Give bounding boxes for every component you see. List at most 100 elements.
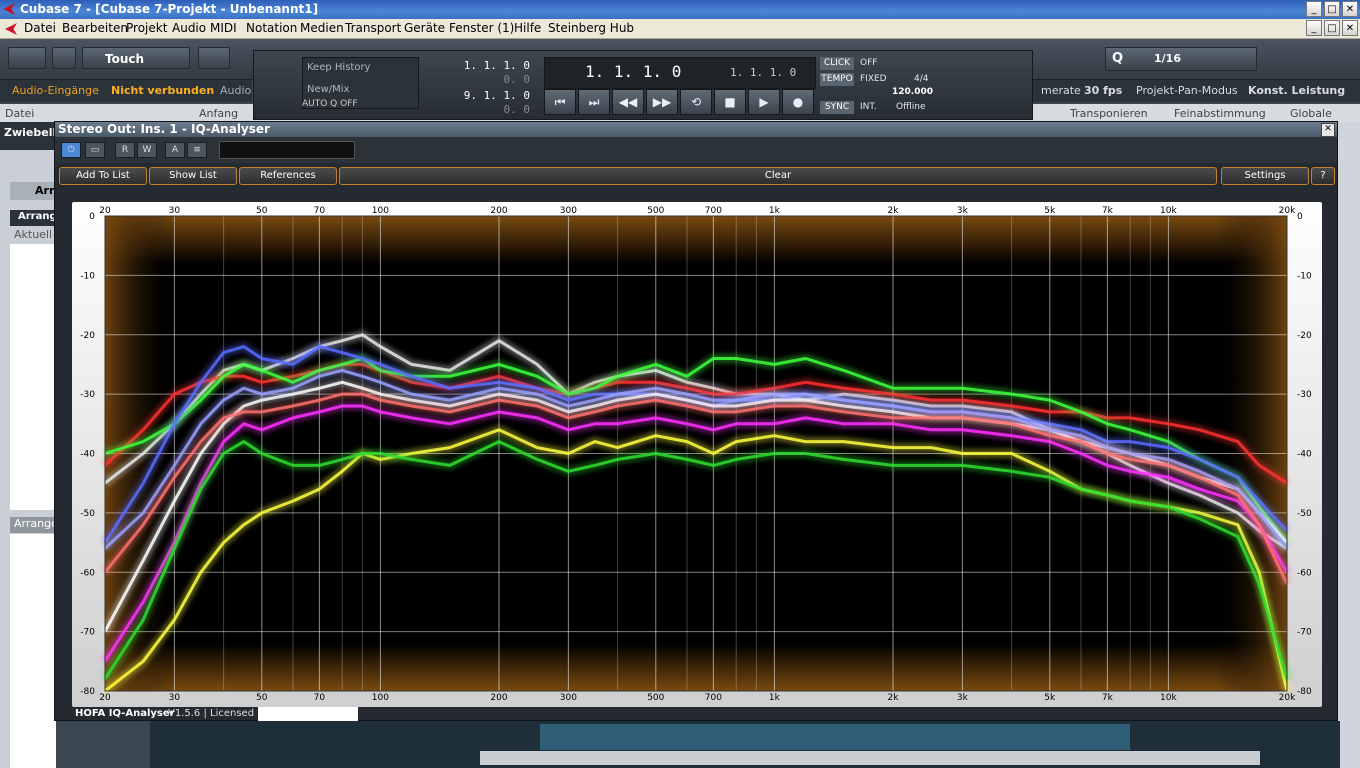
- sync-button[interactable]: SYNC: [820, 101, 854, 114]
- x-tick-label-bottom: 1k: [769, 693, 781, 703]
- click-button[interactable]: CLICK: [820, 57, 854, 70]
- arranger-tab[interactable]: Arr: [10, 182, 56, 200]
- menu-geraete[interactable]: Geräte: [404, 21, 445, 35]
- x-tick-label-top: 200: [490, 206, 507, 216]
- y-tick-label-left: -50: [80, 509, 95, 519]
- right-scroll-strip[interactable]: [1338, 122, 1360, 768]
- forward-button[interactable]: ▶▶: [646, 89, 678, 115]
- menu-projekt[interactable]: Projekt: [126, 21, 167, 35]
- keep-history-button[interactable]: Keep History: [307, 62, 370, 73]
- click-value: OFF: [860, 58, 878, 68]
- x-tick-label-bottom: 30: [169, 693, 181, 703]
- performance-mode[interactable]: Konst. Leistung: [1248, 84, 1345, 97]
- bypass-icon[interactable]: ▭: [85, 142, 105, 158]
- info-anfang: Anfang: [199, 107, 239, 120]
- audio-inputs-label: Audio-Eingänge: [12, 84, 99, 97]
- play-button[interactable]: ▶: [748, 89, 780, 115]
- y-tick-label-left: 0: [89, 212, 95, 222]
- read-icon[interactable]: R: [115, 142, 135, 158]
- x-tick-label-bottom: 3k: [957, 693, 969, 703]
- tempo-value[interactable]: 120.000: [892, 87, 933, 97]
- x-tick-label-bottom: 7k: [1102, 693, 1114, 703]
- cycle-button[interactable]: ⟲: [680, 89, 712, 115]
- close-button[interactable]: ✕: [1342, 1, 1358, 17]
- pan-mode[interactable]: Projekt-Pan-Modus: [1136, 84, 1238, 97]
- doc-close-button[interactable]: ✕: [1342, 20, 1358, 36]
- menu-notation[interactable]: Notation: [246, 21, 297, 35]
- clear-button[interactable]: Clear: [339, 167, 1217, 185]
- constrain-delay-icon[interactable]: [52, 47, 76, 69]
- arrange-section-2[interactable]: Arrange: [10, 517, 58, 533]
- automation-mode-label: Touch: [105, 52, 145, 66]
- event-region[interactable]: [540, 724, 1130, 750]
- new-mix-button[interactable]: New/Mix: [307, 84, 350, 95]
- locators: 1. 1. 1. 0 0. 0 9. 1. 1. 0 0. 0: [422, 57, 540, 116]
- x-tick-label-bottom: 200: [490, 693, 507, 703]
- doc-minimize-button[interactable]: _: [1306, 20, 1322, 36]
- spectrum-analyser[interactable]: 20 20 30 30 50 50 70 70 100 100 200 200 300 300 500 500…: [72, 202, 1322, 707]
- y-tick-label-right: -20: [1297, 331, 1312, 341]
- automation-mode-select[interactable]: Touch: [82, 47, 190, 69]
- menu-medien[interactable]: Medien: [300, 21, 344, 35]
- minimize-button[interactable]: _: [1306, 1, 1322, 17]
- preset-field[interactable]: [219, 141, 355, 159]
- y-tick-label-left: -40: [80, 450, 95, 460]
- menu-datei[interactable]: Datei: [24, 21, 56, 35]
- goto-start-button[interactable]: ⏮: [544, 89, 576, 115]
- references-button[interactable]: References: [239, 167, 337, 185]
- y-tick-label-right: -60: [1297, 568, 1312, 578]
- menu-bearbeiten[interactable]: Bearbeiten: [62, 21, 128, 35]
- framerate-label: merate: [1041, 84, 1081, 97]
- ab-compare-icon[interactable]: A: [165, 142, 185, 158]
- x-tick-label-top: 700: [705, 206, 722, 216]
- doc-maximize-button[interactable]: □: [1324, 20, 1340, 36]
- right-locator[interactable]: 9. 1. 1. 0: [464, 89, 530, 102]
- y-tick-label-left: -70: [80, 628, 95, 638]
- show-list-button[interactable]: Show List: [149, 167, 237, 185]
- x-tick-label-top: 10k: [1160, 206, 1177, 216]
- rewind-button[interactable]: ◀◀: [612, 89, 644, 115]
- stop-button[interactable]: ■: [714, 89, 746, 115]
- help-button[interactable]: ?: [1311, 167, 1335, 185]
- x-tick-label-top: 7k: [1102, 206, 1114, 216]
- record-button[interactable]: ●: [782, 89, 814, 115]
- transport-panel: Keep History New/Mix AUTO Q OFF 1. 1. 1.…: [253, 50, 1033, 120]
- arranger-list[interactable]: [10, 244, 56, 510]
- settings-button[interactable]: Settings: [1221, 167, 1309, 185]
- info-datei: Datei: [5, 107, 35, 120]
- menu-transport[interactable]: Transport: [345, 21, 401, 35]
- arrange-header: Arrange: [10, 210, 63, 226]
- plugin-close-icon[interactable]: ✕: [1321, 123, 1335, 137]
- quantize-select[interactable]: Q 1/16: [1105, 47, 1257, 71]
- activate-project-button[interactable]: [8, 47, 46, 69]
- tempo-button[interactable]: TEMPO: [820, 73, 854, 86]
- maximize-button[interactable]: □: [1324, 1, 1340, 17]
- info-feinabstimmung: Feinabstimmung: [1174, 107, 1266, 120]
- horizontal-scrollbar[interactable]: [480, 751, 1260, 765]
- menu-fenster[interactable]: Fenster (1): [449, 21, 514, 35]
- arranger-list-2[interactable]: [10, 534, 56, 768]
- position-display[interactable]: 1. 1. 1. 0 1. 1. 1. 0: [544, 57, 816, 89]
- x-tick-label-top: 5k: [1044, 206, 1056, 216]
- auto-scroll-icon[interactable]: [198, 47, 230, 69]
- cubase-logo-icon: [3, 3, 15, 15]
- fps-value[interactable]: 30 fps: [1084, 84, 1122, 97]
- menu-audio[interactable]: Audio: [172, 21, 206, 35]
- auto-quantize-label[interactable]: AUTO Q: [302, 99, 337, 109]
- menu-midi[interactable]: MIDI: [210, 21, 237, 35]
- tempo-section: CLICK OFF TEMPO FIXED 4/4 120.000 SYNC I…: [820, 57, 933, 115]
- preset-menu-icon[interactable]: ≡: [187, 142, 207, 158]
- x-tick-label-top: 20k: [1279, 206, 1296, 216]
- license-field: [258, 707, 358, 721]
- menu-steinberg-hub[interactable]: Steinberg Hub: [548, 21, 634, 35]
- left-locator[interactable]: 1. 1. 1. 0: [464, 59, 530, 72]
- spectrum-chart: 20 20 30 30 50 50 70 70 100 100 200 200 300 300 500 500…: [80, 206, 1312, 703]
- write-icon[interactable]: W: [137, 142, 157, 158]
- goto-end-button[interactable]: ⏭: [578, 89, 610, 115]
- add-to-list-button[interactable]: Add To List: [59, 167, 147, 185]
- menu-hilfe[interactable]: Hilfe: [514, 21, 541, 35]
- app-menu-icon[interactable]: [5, 23, 17, 35]
- power-icon[interactable]: ⏻: [61, 142, 81, 158]
- q-icon: Q: [1112, 51, 1124, 66]
- plugin-title-bar[interactable]: Stereo Out: Ins. 1 - IQ-Analyser ✕: [55, 122, 1337, 137]
